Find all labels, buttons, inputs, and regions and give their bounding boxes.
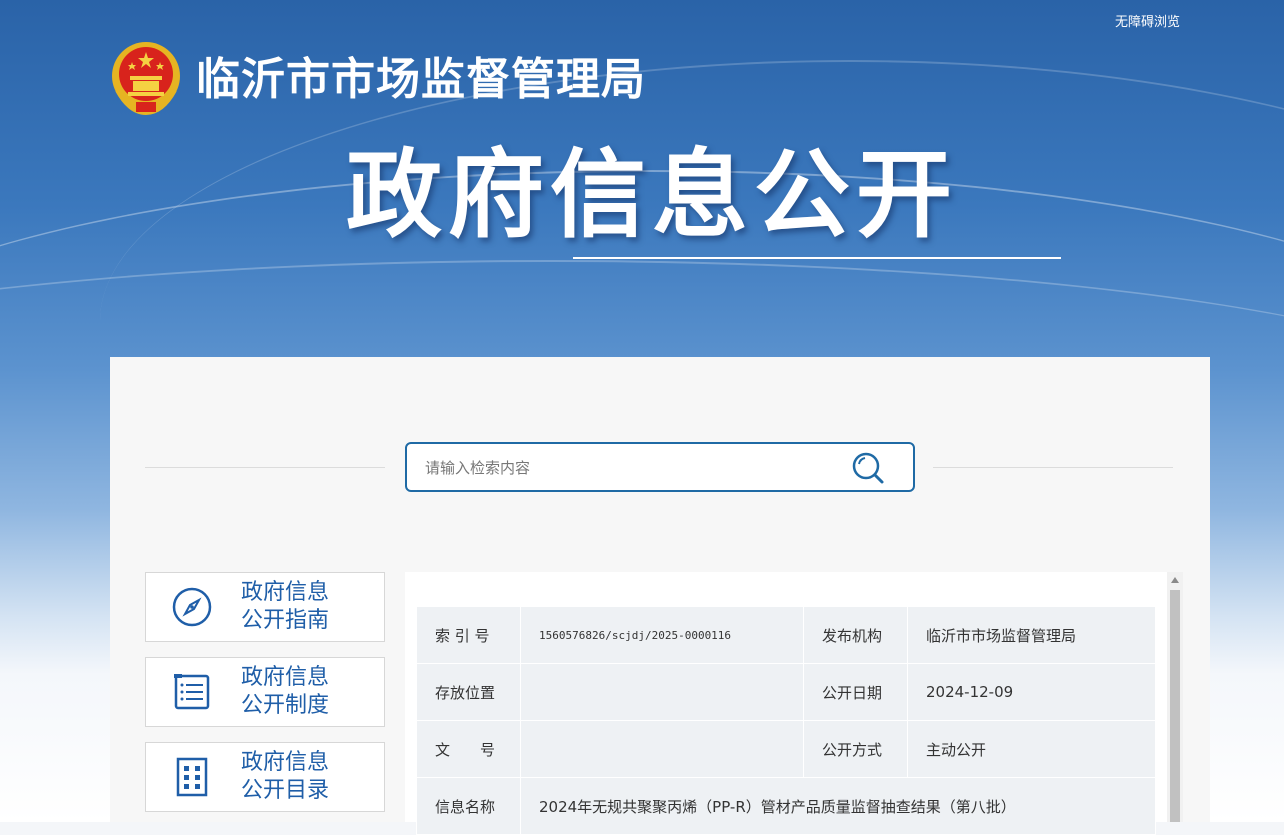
index-label: 索 引 号 [416,606,521,664]
document-list-icon [174,674,210,710]
sidebar-item-label: 政府信息 公开目录 [241,750,330,803]
scroll-up-arrow-icon[interactable] [1171,577,1179,583]
mode-label: 公开方式 [803,720,908,778]
table-row: 索 引 号 1560576826/scjdj/2025-0000116 发布机构… [416,606,1156,664]
docno-label: 文 号 [416,720,521,778]
national-emblem-icon [112,42,180,116]
location-label: 存放位置 [416,663,521,721]
search-input[interactable] [423,444,847,492]
name-label: 信息名称 [416,777,521,835]
index-value: 1560576826/scjdj/2025-0000116 [520,606,804,664]
compass-icon [172,587,212,627]
sidebar-item-label: 政府信息 公开制度 [241,665,330,718]
content-scrollbar[interactable] [1167,572,1183,822]
sidebar-item-system[interactable]: 政府信息 公开制度 [145,657,385,727]
docno-value [520,720,804,778]
mode-value: 主动公开 [907,720,1156,778]
scroll-thumb[interactable] [1170,590,1180,822]
table-row: 文 号 公开方式 主动公开 [416,720,1156,778]
name-value: 2024年无规共聚聚丙烯（PP-R）管材产品质量监督抽查结果（第八批） [520,777,1156,835]
search-box [405,442,915,492]
divider-left [145,467,385,468]
sidebar-item-guide[interactable]: 政府信息 公开指南 [145,572,385,642]
accessibility-link[interactable]: 无障碍浏览 [1115,11,1180,30]
sidebar-item-catalog[interactable]: 政府信息 公开目录 [145,742,385,812]
publisher-label: 发布机构 [803,606,908,664]
sidebar-item-label: 政府信息 公开指南 [241,580,330,633]
hero-title: 政府信息公开 [346,139,958,251]
date-label: 公开日期 [803,663,908,721]
table-row: 存放位置 公开日期 2024-12-09 [416,663,1156,721]
table-row: 信息名称 2024年无规共聚聚丙烯（PP-R）管材产品质量监督抽查结果（第八批） [416,777,1156,835]
metadata-table: 索 引 号 1560576826/scjdj/2025-0000116 发布机构… [416,606,1156,835]
main-panel: 政府信息 公开指南 政府信息 公开制度 政府信息 公开目录 [110,357,1210,835]
date-value: 2024-12-09 [907,663,1156,721]
publisher-value: 临沂市市场监督管理局 [907,606,1156,664]
catalog-grid-icon [176,757,208,797]
hero-underline [573,257,1061,259]
divider-right [933,467,1173,468]
search-icon[interactable] [851,451,885,485]
site-title: 临沂市市场监督管理局 [196,54,646,105]
location-value [520,663,804,721]
document-content: 索 引 号 1560576826/scjdj/2025-0000116 发布机构… [405,572,1167,835]
